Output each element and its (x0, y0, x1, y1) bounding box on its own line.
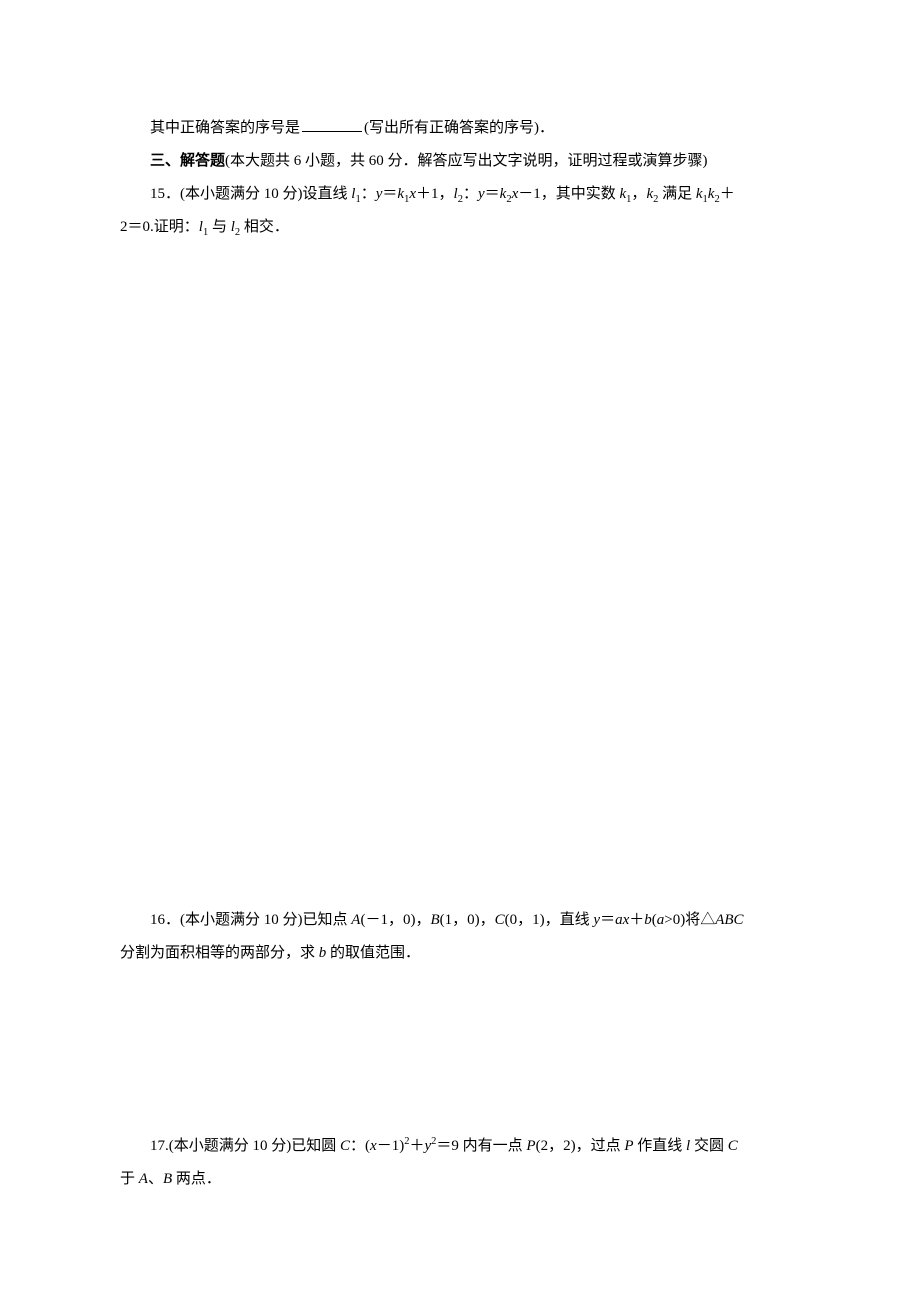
q17-B: B (163, 1171, 172, 1187)
answer-hint-suffix: (写出所有正确答案的序号)． (364, 120, 554, 136)
q17-A: A (139, 1171, 148, 1187)
q17-Ppt: (2，2)，过点 (536, 1138, 625, 1154)
q16-points: (本小题满分 10 分) (180, 912, 303, 928)
workspace-q15 (120, 244, 800, 904)
q17-points: (本小题满分 10 分) (169, 1138, 292, 1154)
section-3-desc: (本大题共 6 小题，共 60 分．解答应写出文字说明，证明过程或演算步骤) (225, 153, 708, 169)
q16-number: 16． (150, 912, 180, 928)
fill-in-blank[interactable] (302, 118, 362, 133)
q16-eq: ＝ (600, 912, 615, 928)
q15-eq2-tail: －1，其中实数 (518, 186, 619, 202)
q15-number: 15． (150, 186, 180, 202)
q17-plus: ＋ (409, 1138, 424, 1154)
question-16: 16．(本小题满分 10 分)已知点 A(－1，0)，B(1，0)，C(0，1)… (120, 904, 800, 937)
question-17: 17.(本小题满分 10 分)已知圆 C：(x－1)2＋y2＝9 内有一点 P(… (120, 1130, 800, 1163)
question-15-line2: 2＝0.证明：l1 与 l2 相交． (120, 211, 800, 244)
q16-B: B (430, 912, 439, 928)
q17-t3: 交圆 (690, 1138, 728, 1154)
q15-eq2-eq: ＝ (485, 186, 500, 202)
q17-text-1: 已知圆 (291, 1138, 340, 1154)
exam-page: 其中正确答案的序号是 (写出所有正确答案的序号)． 三、解答题(本大题共 6 小题… (0, 0, 920, 1196)
q15-line2-a: 2＝0.证明： (120, 219, 199, 235)
q15-eq1-x: x (409, 186, 416, 202)
q17-t2: 作直线 (634, 1138, 687, 1154)
q15-comma: ， (631, 186, 646, 202)
q17-P: P (526, 1138, 535, 1154)
q17-line2a: 于 (120, 1171, 139, 1187)
q16-line2a: 分割为面积相等的两部分，求 (120, 945, 319, 961)
workspace-q16 (120, 970, 800, 1130)
q16-line2b: 的取值范围． (326, 945, 420, 961)
q15-satisfy: 满足 (658, 186, 696, 202)
answer-hint-prefix: 其中正确答案的序号是 (150, 120, 300, 136)
q17-C2: C (728, 1138, 738, 1154)
q15-eq2-y: y (478, 186, 485, 202)
q15-and: 与 (208, 219, 231, 235)
q16-Bpt: (1，0)， (440, 912, 495, 928)
question-15: 15．(本小题满分 10 分)设直线 l1：y＝k1x＋1，l2：y＝k2x－1… (120, 178, 800, 211)
section-3-label: 三、解答题 (150, 153, 225, 169)
q17-sep: 、 (148, 1171, 163, 1187)
q16-plus: ＋ (629, 912, 644, 928)
q15-plus: ＋ (720, 186, 735, 202)
q15-eq1-tail: ＋1， (416, 186, 454, 202)
q15-eq1-eq: ＝ (382, 186, 397, 202)
q16-C: C (495, 912, 505, 928)
question-16-line2: 分割为面积相等的两部分，求 b 的取值范围． (120, 937, 800, 970)
q17-colon: ：( (350, 1138, 370, 1154)
q16-Cpt: (0，1)，直线 (505, 912, 594, 928)
q17-C: C (340, 1138, 350, 1154)
q16-Apt: (－1，0)， (360, 912, 430, 928)
q15-text-1: 设直线 (303, 186, 352, 202)
question-17-line2: 于 A、B 两点． (120, 1163, 800, 1196)
q17-eq: ＝9 内有一点 (436, 1138, 526, 1154)
q17-number: 17. (150, 1138, 169, 1154)
q17-x: x (370, 1138, 377, 1154)
q16-a: a (615, 912, 623, 928)
q17-P2: P (624, 1138, 633, 1154)
q16-b: b (644, 912, 652, 928)
q15-intersect: 相交． (240, 219, 289, 235)
q15-l2-colon: ： (463, 186, 478, 202)
answer-hint-line: 其中正确答案的序号是 (写出所有正确答案的序号)． (120, 112, 800, 145)
q17-line2b: 两点． (172, 1171, 221, 1187)
q16-gt: >0)将△ (664, 912, 715, 928)
q15-l1-colon: ： (361, 186, 376, 202)
q15-points: (本小题满分 10 分) (180, 186, 303, 202)
q16-ABC: ABC (715, 912, 743, 928)
q15-kk1: k (696, 186, 703, 202)
q17-minus: －1) (377, 1138, 405, 1154)
q16-text-1: 已知点 (303, 912, 352, 928)
section-3-header: 三、解答题(本大题共 6 小题，共 60 分．解答应写出文字说明，证明过程或演算… (120, 145, 800, 178)
